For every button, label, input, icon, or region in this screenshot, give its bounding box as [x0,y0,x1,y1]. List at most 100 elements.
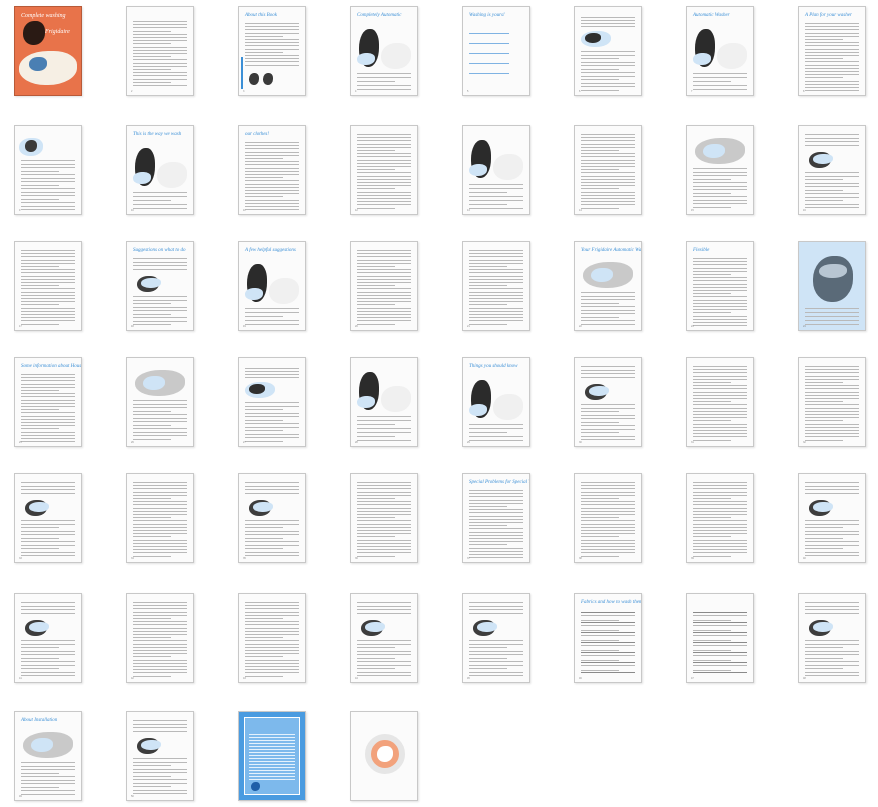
face-illustration [25,140,37,152]
page-thumbnail[interactable]: 48 [798,593,866,683]
text-line [581,435,635,437]
page-thumbnail[interactable]: 17 [14,241,82,331]
page-thumbnail[interactable]: 24 [798,241,866,331]
page-thumbnail[interactable]: 34 [126,473,194,563]
text-line [469,307,523,309]
page-number: 47 [691,677,694,680]
page-thumbnail[interactable]: 39 [686,473,754,563]
page-thumbnail[interactable]: Suggestions on what to do 18 [126,241,194,331]
text-line [357,250,411,251]
page-thumbnail[interactable]: 42 [126,593,194,683]
text-line [133,630,187,632]
text-line [357,440,411,441]
hands-illustration [249,384,265,394]
page-thumbnail[interactable]: 33 [14,473,82,563]
page-thumbnail[interactable]: 43 [238,593,306,683]
page-thumbnail[interactable]: 14 [574,125,642,215]
table-rule [581,662,635,663]
text-line [357,657,395,659]
page-thumbnail[interactable]: 21 [462,241,530,331]
text-line [581,491,635,493]
text-line [693,369,747,371]
text-line [581,207,619,209]
text-line [21,377,75,379]
text-line [693,293,731,295]
text-line [469,440,523,441]
text-line [245,61,299,63]
page-thumbnail[interactable]: 2 [126,6,194,96]
text-line [357,494,411,496]
page-thumbnail[interactable]: Special Problems for Special Things 37 [462,473,530,563]
page-thumbnail[interactable]: 41 [14,593,82,683]
page-thumbnail[interactable]: 30 [574,357,642,447]
page-thumbnail[interactable]: 35 [238,473,306,563]
page-thumbnail[interactable]: Fabrics and how to wash them 46 [574,593,642,683]
text-line [21,434,75,436]
page-thumbnail[interactable]: 28 [350,357,418,447]
text-line [245,402,299,403]
text-line [249,734,295,735]
text-line [357,491,411,493]
text-line [245,605,299,607]
text-line [133,56,171,58]
text-line [805,61,859,63]
page-thumbnail[interactable]: 47 [686,593,754,683]
page-thumbnail[interactable]: 12 [350,125,418,215]
page-thumbnail[interactable]: 38 [574,473,642,563]
page-thumbnail[interactable]: our clothes! 11 [238,125,306,215]
text-line [21,643,75,645]
page-thumbnail[interactable]: 26 [126,357,194,447]
page-thumbnail[interactable]: Things you should know 29 [462,357,530,447]
text-line [581,146,635,148]
page-thumbnail[interactable]: 16 [798,125,866,215]
text-line [805,643,859,645]
text-line [21,202,75,203]
page-thumbnail[interactable]: About this Book 3 [238,6,306,96]
text-line [581,498,619,499]
page-thumbnail[interactable]: 50 [126,711,194,801]
text-line [357,533,411,535]
page-thumbnail[interactable]: 31 [686,357,754,447]
text-line [245,482,299,483]
page-thumbnail[interactable] [350,711,418,801]
text-line [693,322,747,323]
page-thumbnail[interactable]: 15 [686,125,754,215]
page-thumbnail[interactable]: Complete washing Frigidaire [14,6,82,96]
text-line [21,380,75,382]
page-thumbnail[interactable]: 20 [350,241,418,331]
page-thumbnail[interactable]: Some information about Household Water 25 [14,357,82,447]
page-thumbnail[interactable]: 13 [462,125,530,215]
page-thumbnail[interactable]: About Installation 49 [14,711,82,801]
page-number: 16 [803,209,806,212]
page-thumbnail[interactable] [238,711,306,801]
text-line [805,544,859,546]
page-thumbnail[interactable]: Flexible 23 [686,241,754,331]
page-thumbnail[interactable]: 40 [798,473,866,563]
text-line [133,546,187,547]
text-line [21,647,59,648]
page-number: 50 [131,795,134,798]
page-thumbnail[interactable]: A Plan for your washer 8 [798,6,866,96]
text-line [357,162,411,164]
text-line [133,782,187,784]
text-line [133,498,171,499]
text-line [249,767,295,768]
text-line [21,422,75,423]
page-thumbnail[interactable]: 6 [574,6,642,96]
page-thumbnail[interactable]: This is the way we wash 10 [126,125,194,215]
page-thumbnail[interactable]: Your Frigidaire Automatic Washer 22 [574,241,642,331]
page-thumbnail[interactable]: 27 [238,357,306,447]
text-line [805,391,859,393]
page-thumbnail[interactable]: A few helpful suggestions 19 [238,241,306,331]
page-thumbnail[interactable]: Automatic Washer 7 [686,6,754,96]
page-thumbnail[interactable]: Washing is yours! 5 [462,6,530,96]
text-line [21,541,75,542]
text-line [245,48,299,50]
page-thumbnail[interactable]: 36 [350,473,418,563]
page-thumbnail[interactable]: 45 [462,593,530,683]
page-thumbnail[interactable]: 32 [798,357,866,447]
page-thumbnail[interactable]: Completely Automatic 4 [350,6,418,96]
page-thumbnail[interactable]: 9 [14,125,82,215]
text-line [693,267,747,269]
page-thumbnail[interactable]: 44 [350,593,418,683]
